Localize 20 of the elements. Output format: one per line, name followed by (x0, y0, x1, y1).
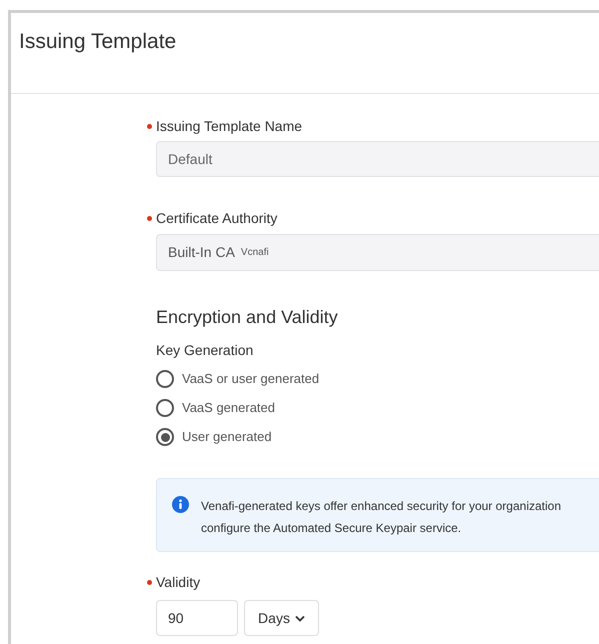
chevron-down-icon (294, 614, 305, 622)
radio-icon[interactable] (156, 428, 174, 446)
radio-icon[interactable] (156, 370, 174, 388)
field-label: Issuing Template Name (156, 116, 302, 136)
issuer-tag: Vcnafi (240, 245, 269, 260)
group-label: Key Generation (156, 342, 254, 358)
field-label: Validity (156, 572, 200, 592)
radio-option[interactable]: VaaS generated (156, 398, 275, 418)
validity-field[interactable]: 90 (156, 600, 238, 636)
field-label: Certificate Authority (156, 208, 278, 228)
name-field[interactable]: Default (156, 141, 599, 177)
radio-option[interactable]: VaaS or user generated (156, 369, 320, 389)
radio-option[interactable]: User generated (156, 427, 272, 447)
radio-icon[interactable] (156, 399, 174, 417)
authority-field[interactable]: Built-In CA Vcnafi (156, 234, 599, 271)
info-text: Venafi-generated keys offer enhanced security for your organization configure the Automated Secure Keypair service. (201, 498, 561, 537)
info-icon (172, 496, 189, 513)
page-title: Issuing Template (19, 30, 176, 53)
unit-dropdown[interactable]: Days (244, 600, 319, 636)
section-title: Encryption and Validity (156, 307, 338, 327)
